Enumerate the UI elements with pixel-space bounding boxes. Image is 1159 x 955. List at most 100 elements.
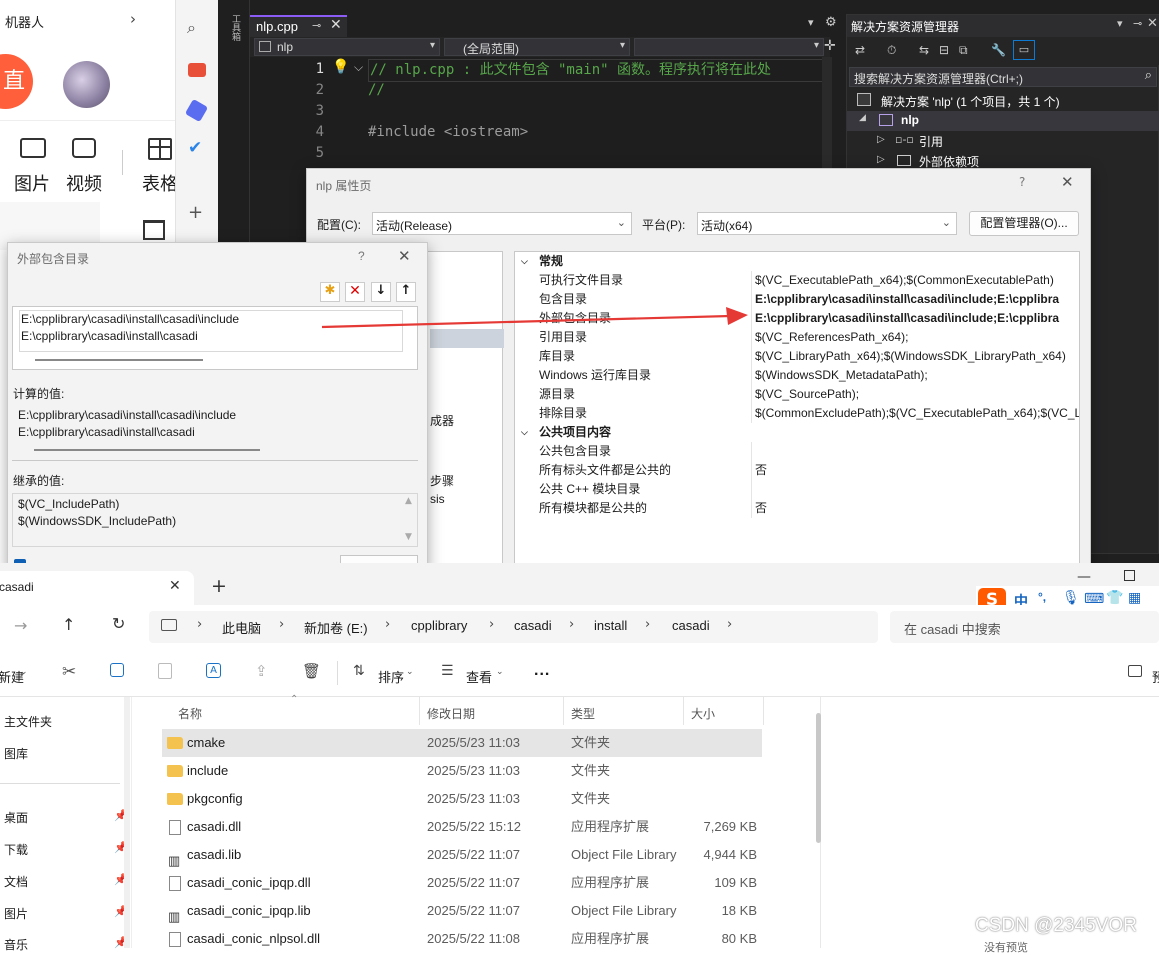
chevron-down-icon: ⌄ <box>496 667 504 677</box>
command-bar: 新建 ⌄ ✂ A ⇪ 🗑 ⇅ 排序 ⌄ ☰ 查看 ⌄ ... 预 <box>0 649 1159 697</box>
nav-documents[interactable]: 文档 <box>4 873 28 890</box>
share-icon[interactable]: ⇪ <box>255 662 268 680</box>
chevron-right-icon: › <box>489 617 495 632</box>
forward-arrow-icon[interactable]: → <box>14 616 27 635</box>
minimize-icon[interactable]: — <box>1077 569 1091 585</box>
breadcrumb-item[interactable]: 新加卷 (E:) <box>304 618 368 637</box>
folder-icon <box>167 793 183 805</box>
search-input[interactable]: 在 casadi 中搜索 <box>890 611 1159 643</box>
chevron-right-icon: › <box>727 617 733 632</box>
file-row[interactable]: pkgconfig 2025/5/23 11:03 文件夹 <box>162 785 762 813</box>
nav-downloads[interactable]: 下载 <box>4 841 28 858</box>
copy-icon[interactable] <box>110 663 124 677</box>
column-divider[interactable] <box>763 697 764 725</box>
file-row[interactable]: casadi_conic_nlpsol.dll 2025/5/22 11:08 应用… <box>162 925 762 953</box>
column-date[interactable]: 修改日期 <box>427 705 475 722</box>
skin-icon[interactable]: 👕 <box>1106 590 1123 606</box>
rename-icon[interactable]: A <box>206 663 221 678</box>
folder-icon <box>167 737 183 749</box>
cut-icon[interactable]: ✂ <box>62 662 76 682</box>
file-type: Object File Library <box>571 903 677 918</box>
dll-file-icon <box>169 820 181 835</box>
file-size: 18 KB <box>721 903 757 918</box>
file-list-scrollbar[interactable] <box>816 713 821 843</box>
dll-file-icon <box>169 932 181 947</box>
chevron-down-icon: ⌄ <box>20 667 28 677</box>
file-date: 2025/5/23 11:03 <box>427 735 521 750</box>
breadcrumb-item[interactable]: 此电脑 <box>222 618 261 637</box>
file-date: 2025/5/22 11:07 <box>427 847 521 862</box>
file-type: 文件夹 <box>571 735 611 750</box>
chevron-right-icon: › <box>645 617 651 632</box>
file-row[interactable]: ▥ casadi.lib 2025/5/22 11:07 Object File Li… <box>162 841 762 869</box>
divider <box>0 783 120 784</box>
navigation-pane: 主文件夹 图库 桌面 📌 下载 📌 文档 📌 图片 📌 音乐 📌 <box>0 697 132 952</box>
column-divider[interactable] <box>683 697 684 725</box>
breadcrumb-item[interactable]: casadi <box>672 618 710 633</box>
sort-button[interactable]: 排序 <box>378 667 404 686</box>
breadcrumb-item[interactable]: casadi <box>514 618 552 633</box>
close-icon[interactable]: ✕ <box>169 578 181 594</box>
file-date: 2025/5/22 15:12 <box>427 819 521 834</box>
toolbox-icon[interactable]: ▦ <box>1128 590 1141 606</box>
nav-scrollbar[interactable] <box>124 697 130 948</box>
column-headers: ⌃ 名称 修改日期 类型 大小 <box>145 694 765 725</box>
file-name: casadi.dll <box>187 819 242 834</box>
new-tab-plus-icon[interactable]: + <box>211 575 227 597</box>
breadcrumb[interactable]: › 此电脑 › 新加卷 (E:) › cpplibrary › casadi ›… <box>149 611 878 643</box>
tab-title: casadi <box>0 580 34 594</box>
view-button[interactable]: 查看 <box>466 667 492 686</box>
nav-gallery[interactable]: 图库 <box>4 745 28 762</box>
column-name[interactable]: 名称 <box>178 705 202 722</box>
file-name: cmake <box>187 735 226 750</box>
search-placeholder: 在 casadi 中搜索 <box>904 622 1001 637</box>
file-size: 7,269 KB <box>703 819 758 834</box>
sort-indicator-icon: ⌃ <box>290 694 299 705</box>
nav-music[interactable]: 音乐 <box>4 936 28 953</box>
file-name: pkgconfig <box>187 791 243 806</box>
nav-desktop[interactable]: 桌面 <box>4 809 28 826</box>
file-name: casadi.lib <box>187 847 242 862</box>
chevron-right-icon: › <box>197 617 203 632</box>
dll-file-icon <box>169 876 181 891</box>
file-row[interactable]: include 2025/5/23 11:03 文件夹 <box>162 757 762 785</box>
preview-button[interactable]: 预 <box>1152 667 1159 686</box>
file-size: 4,944 KB <box>703 847 758 862</box>
breadcrumb-item[interactable]: install <box>594 618 627 633</box>
divider <box>337 661 338 685</box>
up-arrow-icon[interactable]: ↑ <box>62 615 75 634</box>
file-type: Object File Library <box>571 847 677 862</box>
column-size[interactable]: 大小 <box>691 705 715 722</box>
microphone-icon[interactable]: 🎙 <box>1062 590 1080 606</box>
file-date: 2025/5/23 11:03 <box>427 763 521 778</box>
address-row: → ↑ ↻ › 此电脑 › 新加卷 (E:) › cpplibrary › ca… <box>0 605 1159 649</box>
column-divider[interactable] <box>419 697 420 725</box>
file-row[interactable]: casadi_conic_ipqp.dll 2025/5/22 11:07 应用程序… <box>162 869 762 897</box>
file-name: casadi_conic_ipqp.dll <box>187 875 311 890</box>
file-row[interactable]: ▥ casadi_conic_ipqp.lib 2025/5/22 11:07 Obj… <box>162 897 762 925</box>
chevron-down-icon: ⌄ <box>406 667 414 677</box>
column-divider[interactable] <box>563 697 564 725</box>
nav-pictures[interactable]: 图片 <box>4 905 28 922</box>
file-explorer-window: casadi ✕ + — S 中 °, 🎙 ⌨ 👕 ▦ → ↑ ↻ › 此电脑 … <box>0 563 1159 954</box>
ime-punctuation[interactable]: °, <box>1038 590 1046 604</box>
column-type[interactable]: 类型 <box>571 705 595 722</box>
file-type: 文件夹 <box>571 791 611 806</box>
more-button[interactable]: ... <box>534 662 550 680</box>
breadcrumb-item[interactable]: cpplibrary <box>411 618 467 633</box>
file-row[interactable]: casadi.dll 2025/5/22 15:12 应用程序扩展 7,269 KB <box>162 813 762 841</box>
file-type: 应用程序扩展 <box>571 931 650 946</box>
maximize-icon[interactable] <box>1124 570 1135 581</box>
file-size: 80 KB <box>721 931 757 946</box>
tab-casadi[interactable]: casadi ✕ <box>0 571 194 605</box>
delete-icon[interactable]: 🗑 <box>302 662 321 680</box>
refresh-icon[interactable]: ↻ <box>112 614 125 633</box>
chevron-right-icon: › <box>279 617 285 632</box>
file-row[interactable]: cmake 2025/5/23 11:03 文件夹 <box>162 729 762 757</box>
preview-pane-icon[interactable] <box>1128 665 1142 677</box>
paste-icon[interactable] <box>158 663 172 679</box>
nav-home[interactable]: 主文件夹 <box>4 713 52 730</box>
file-type: 文件夹 <box>571 763 611 778</box>
file-type: 应用程序扩展 <box>571 875 650 890</box>
chevron-right-icon: › <box>385 617 391 632</box>
